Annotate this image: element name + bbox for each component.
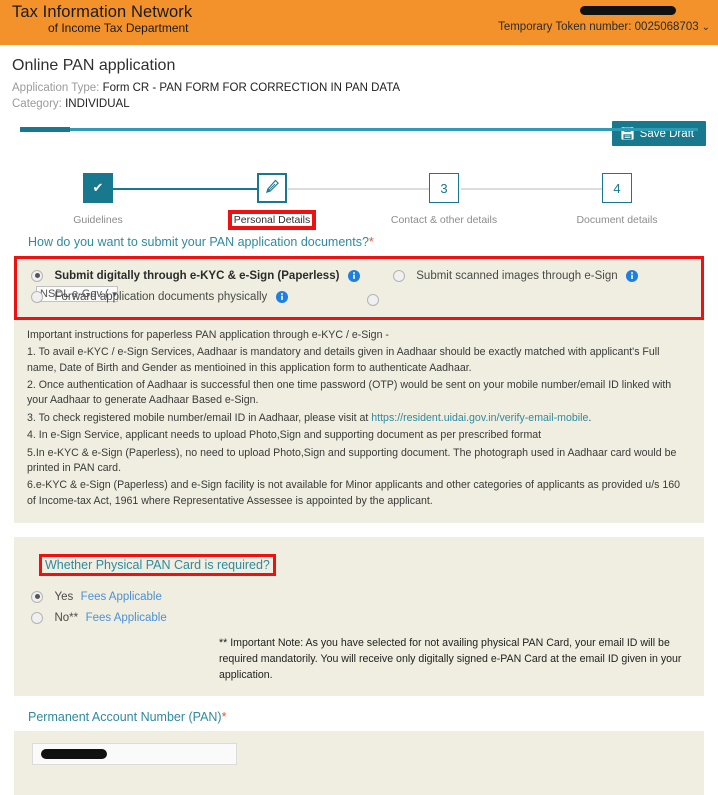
submit-method-question: How do you want to submit your PAN appli… bbox=[28, 235, 718, 249]
submit-method-row-2: Forward application documents physically bbox=[17, 288, 701, 309]
stepper-marker-2 bbox=[257, 173, 287, 204]
label-forward-physically: Forward application documents physically bbox=[54, 290, 268, 303]
fees-applicable-link-yes[interactable]: Fees Applicable bbox=[81, 591, 162, 603]
category-row: Category: INDIVIDUAL bbox=[12, 97, 706, 113]
fees-applicable-link-no[interactable]: Fees Applicable bbox=[86, 612, 167, 624]
label-physical-pan-no: No** bbox=[54, 611, 79, 624]
chevron-down-icon[interactable]: ⌄ bbox=[702, 22, 710, 33]
stepper-marker-1: ✔ bbox=[83, 173, 113, 204]
page-title: Online PAN application bbox=[12, 57, 176, 74]
pan-field-heading: Permanent Account Number (PAN)* bbox=[28, 710, 718, 724]
pan-field-label: Permanent Account Number (PAN) bbox=[28, 709, 222, 724]
radio-physical-pan-yes[interactable] bbox=[31, 590, 43, 603]
pan-input[interactable] bbox=[32, 742, 237, 765]
page-progress-bar bbox=[20, 127, 698, 133]
label-submit-scanned: Submit scanned images through e-Sign bbox=[416, 269, 618, 282]
uidai-verify-link[interactable]: https://resident.uidai.gov.in/verify-ema… bbox=[371, 412, 588, 424]
instruction-item-3-prefix: 3. To check registered mobile number/ema… bbox=[27, 411, 372, 424]
logo-line-primary: Tax Information Network bbox=[12, 3, 193, 21]
physical-pan-card-panel: Whether Physical PAN Card is required? Y… bbox=[14, 536, 704, 696]
submit-method-question-text: How do you want to submit your PAN appli… bbox=[28, 235, 369, 250]
site-logo: Tax Information Network of Income Tax De… bbox=[12, 3, 193, 36]
application-stepper: ✔ Guidelines Personal Details 3 Contact … bbox=[0, 155, 718, 231]
submit-method-options-panel: Submit digitally through e-KYC & e-Sign … bbox=[14, 256, 704, 321]
stepper-label-4: Document details bbox=[576, 214, 658, 227]
instruction-item-6: 6.e-KYC & e-Sign (Paperless) and e-Sign … bbox=[27, 479, 681, 507]
stepper-marker-4: 4 bbox=[602, 173, 632, 204]
instructions-heading: Important instructions for paperless PAN… bbox=[27, 329, 389, 342]
stepper-step-guidelines[interactable]: ✔ Guidelines bbox=[38, 155, 158, 228]
stepper-label-3: Contact & other details bbox=[390, 214, 498, 227]
logo-line-secondary: of Income Tax Department bbox=[48, 21, 189, 36]
application-type-row: Application Type: Form CR - PAN FORM FOR… bbox=[12, 81, 706, 97]
stepper-label-2: Personal Details bbox=[227, 210, 317, 231]
instruction-item-3-suffix: . bbox=[588, 411, 592, 424]
redacted-user-name bbox=[580, 6, 676, 16]
category-label: Category: bbox=[12, 97, 62, 110]
page-header: Online PAN application Application Type:… bbox=[0, 45, 718, 146]
info-icon-submit-scanned[interactable] bbox=[626, 269, 639, 282]
info-icon-forward-physically[interactable] bbox=[275, 290, 288, 303]
instruction-item-2: 2. Once authentication of Aadhaar is suc… bbox=[27, 379, 672, 407]
stepper-step-document-details[interactable]: 4 Document details bbox=[557, 155, 677, 228]
physical-pan-row-no: No** Fees Applicable bbox=[14, 609, 704, 630]
token-area: Temporary Token number: 0025068703 ⌄ bbox=[498, 3, 710, 33]
instruction-item-3: 3. To check registered mobile number/ema… bbox=[27, 411, 691, 426]
instructions-panel: Important instructions for paperless PAN… bbox=[14, 320, 704, 523]
physical-pan-row-yes: Yes Fees Applicable bbox=[14, 588, 704, 609]
application-type-value: Form CR - PAN FORM FOR CORRECTION IN PAN… bbox=[102, 82, 401, 94]
instruction-item-5: 5.In e-KYC & e-Sign (Paperless), no need… bbox=[27, 446, 677, 474]
token-label: Temporary Token number: 0025068703 bbox=[498, 21, 699, 33]
submit-method-row-1: Submit digitally through e-KYC & e-Sign … bbox=[17, 267, 701, 302]
page-progress-fill bbox=[20, 127, 70, 133]
radio-extra-option[interactable] bbox=[366, 294, 379, 307]
stepper-marker-3: 3 bbox=[429, 173, 459, 204]
radio-submit-digitally[interactable] bbox=[31, 269, 43, 282]
stepper-step-contact-details[interactable]: 3 Contact & other details bbox=[384, 155, 504, 228]
pencil-icon bbox=[265, 179, 280, 197]
radio-submit-scanned[interactable] bbox=[392, 269, 405, 282]
instruction-item-1: 1. To avail e-KYC / e-Sign Services, Aad… bbox=[27, 346, 660, 374]
physical-pan-card-question: Whether Physical PAN Card is required? bbox=[39, 553, 276, 576]
stepper-label-1: Guidelines bbox=[73, 214, 123, 227]
radio-physical-pan-no[interactable] bbox=[31, 611, 43, 624]
info-icon-submit-digitally[interactable] bbox=[347, 269, 360, 282]
redacted-pan-value bbox=[41, 748, 107, 759]
label-physical-pan-yes: Yes bbox=[54, 590, 74, 603]
stepper-step-personal-details[interactable]: Personal Details bbox=[212, 155, 332, 231]
required-asterisk: * bbox=[368, 235, 374, 250]
pan-field-panel bbox=[14, 730, 704, 795]
temporary-token-number[interactable]: Temporary Token number: 0025068703 ⌄ bbox=[498, 21, 710, 33]
save-draft-button[interactable]: Save Draft bbox=[611, 121, 706, 146]
radio-forward-physically[interactable] bbox=[31, 290, 43, 303]
physical-pan-important-note: ** Important Note: As you have selected … bbox=[219, 636, 682, 681]
instruction-item-4: 4. In e-Sign Service, applicant needs to… bbox=[27, 429, 542, 442]
application-type-label: Application Type: bbox=[12, 82, 100, 94]
pan-required-asterisk: * bbox=[221, 709, 227, 724]
category-value: INDIVIDUAL bbox=[65, 97, 130, 110]
label-submit-digitally: Submit digitally through e-KYC & e-Sign … bbox=[54, 269, 340, 282]
brand-header: Tax Information Network of Income Tax De… bbox=[0, 0, 718, 45]
